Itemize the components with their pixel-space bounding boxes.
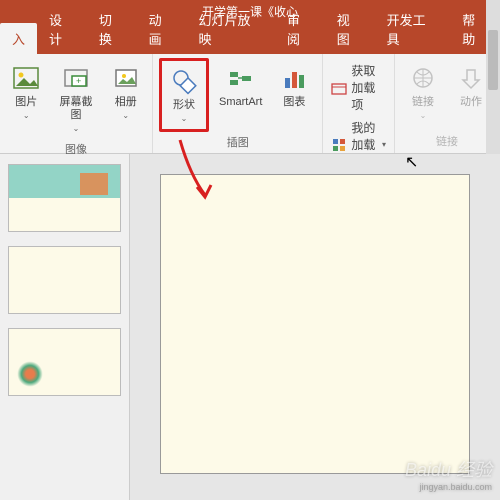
workspace (0, 154, 500, 500)
svg-text:+: + (76, 76, 81, 86)
group-links: 链接⌄ 动作 链接 (395, 54, 500, 153)
chart-label: 图表 (283, 96, 305, 109)
screenshot-button[interactable]: + 屏幕截图⌄ (50, 58, 101, 139)
tab-devtools[interactable]: 开发工具 (375, 4, 451, 54)
chart-button[interactable]: 图表 (272, 58, 316, 113)
tab-insert[interactable]: 入 (0, 23, 37, 54)
slide-thumbnails[interactable] (0, 154, 130, 500)
shapes-label: 形状⌄ (173, 99, 195, 125)
current-slide[interactable] (160, 174, 470, 474)
tab-review[interactable]: 审阅 (275, 4, 325, 54)
screenshot-label: 屏幕截图⌄ (56, 96, 95, 135)
smartart-label: SmartArt (219, 96, 262, 109)
tab-design[interactable]: 设计 (37, 4, 87, 54)
ribbon-tabs: 入 设计 切换 动画 幻灯片放映 审阅 视图 开发工具 帮助 (0, 24, 500, 54)
link-button[interactable]: 链接⌄ (401, 58, 445, 126)
album-button[interactable]: 相册⌄ (106, 58, 146, 126)
screenshot-icon: + (60, 62, 92, 94)
smartart-button[interactable]: SmartArt (213, 58, 268, 113)
tab-transitions[interactable]: 切换 (87, 4, 137, 54)
link-icon (407, 62, 439, 94)
tab-slideshow[interactable]: 幻灯片放映 (186, 4, 275, 54)
chart-icon (278, 62, 310, 94)
chevron-down-icon: ▾ (382, 140, 386, 149)
shapes-button[interactable]: 形状⌄ (159, 58, 209, 132)
cursor-icon: ↖ (405, 152, 418, 172)
ribbon: 图片⌄ + 屏幕截图⌄ 相册⌄ 图像 形状⌄ (0, 54, 500, 154)
slide-editor[interactable] (130, 154, 500, 500)
pictures-label: 图片⌄ (15, 96, 37, 122)
addins-icon (331, 137, 347, 153)
get-addins-button[interactable]: 获取加载项 (331, 62, 386, 113)
group-images: 图片⌄ + 屏幕截图⌄ 相册⌄ 图像 (0, 54, 153, 153)
pictures-button[interactable]: 图片⌄ (6, 58, 46, 126)
store-icon (331, 80, 347, 96)
watermark: Baidu 经验 jingyan.baidu.com (405, 456, 492, 492)
picture-icon (10, 62, 42, 94)
thumbnail-slide[interactable] (8, 164, 121, 232)
group-links-label: 链接 (436, 131, 458, 151)
smartart-icon (225, 62, 257, 94)
shapes-icon (168, 65, 200, 97)
tab-animations[interactable]: 动画 (137, 4, 187, 54)
thumbnail-slide[interactable] (8, 246, 121, 314)
group-addins: 获取加载项 我的加载项 ▾ 加载项 (323, 54, 395, 153)
album-icon (110, 62, 142, 94)
tab-view[interactable]: 视图 (325, 4, 375, 54)
action-icon (455, 62, 487, 94)
group-illustrations: 形状⌄ SmartArt 图表 插图 (153, 54, 323, 153)
album-label: 相册⌄ (115, 96, 137, 122)
thumbnail-slide[interactable] (8, 328, 121, 396)
group-illustrations-label: 插图 (227, 132, 249, 152)
